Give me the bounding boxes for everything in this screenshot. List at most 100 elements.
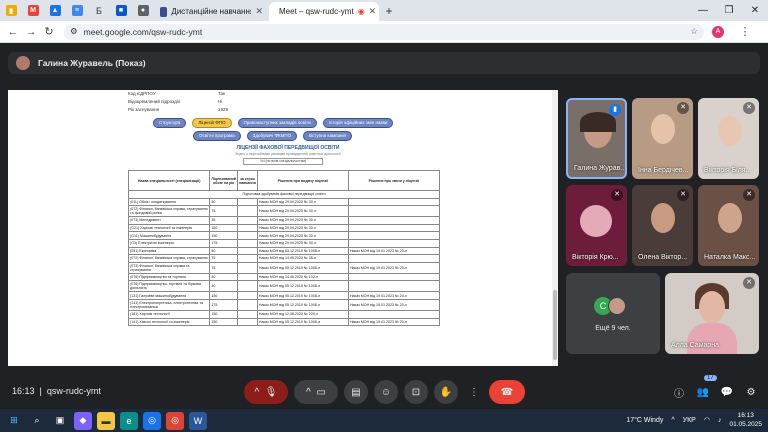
chrome-active-icon[interactable]: ◎: [166, 411, 184, 430]
cell-decision: Наказ МОН від 14.05.2020 № 102-л: [256, 272, 349, 282]
bookmark-star-icon[interactable]: ☆: [690, 26, 698, 37]
cell-volume: 150: [209, 231, 238, 240]
participant-tile[interactable]: ✕ Вікторія Біля...: [698, 98, 759, 179]
close-window-button[interactable]: ✕: [742, 0, 768, 21]
cell-volume: 75: [209, 261, 238, 274]
close-icon[interactable]: ✕: [369, 6, 377, 17]
clock[interactable]: 16:13 01.05.2025: [729, 411, 762, 429]
cell-term: [236, 223, 258, 233]
tab-distance-learning[interactable]: Дистанційне навчання в ВСП ✕: [154, 2, 269, 21]
doc-subtitle: Згідно з ліцензійними умовами провадженн…: [235, 152, 341, 156]
successor-button[interactable]: Правонаступник закладів освіти: [237, 118, 317, 128]
meta-key: Код ЄДРПОУ: [128, 91, 156, 96]
start-button[interactable]: ⊞: [5, 412, 23, 430]
cell-changes: [347, 205, 441, 218]
captions-button[interactable]: ▤: [344, 380, 368, 404]
hand-icon: ✋: [439, 386, 453, 398]
leave-call-button[interactable]: ☎: [489, 380, 525, 404]
mic-toggle-button[interactable]: ^ 🎙: [244, 380, 288, 404]
table-row: (073) Менеджмент 35 Наказ МОН від 29.04.20…: [127, 216, 441, 225]
cell-term: [236, 238, 258, 248]
language-indicator[interactable]: УКР: [683, 417, 696, 424]
cell-volume: 50: [209, 246, 238, 256]
reload-button[interactable]: ↻: [40, 25, 58, 38]
profile-avatar[interactable]: A: [712, 25, 724, 38]
scroll-thumb[interactable]: [553, 290, 557, 360]
people-button[interactable]: 👥: [694, 380, 712, 404]
participant-count-badge: 17: [704, 375, 717, 381]
forward-button[interactable]: →: [22, 26, 40, 38]
tab-gmail[interactable]: M: [22, 0, 44, 21]
tab-bookmark[interactable]: ■: [110, 0, 132, 21]
col-term: за строк навчання: [236, 170, 258, 191]
tab-drive[interactable]: ▲: [44, 0, 66, 21]
participant-tile[interactable]: ✕ Вікторія Крю...: [566, 185, 627, 266]
volume-icon[interactable]: ♪: [718, 417, 722, 424]
tab-docs[interactable]: ≡: [66, 0, 88, 21]
search-icon[interactable]: ⌕: [28, 412, 46, 430]
table-row: (076) Підприємництво, торгівля та біржов…: [127, 280, 441, 293]
tab-site-b-label: Б: [96, 5, 102, 16]
participant-tile[interactable]: ✕ Інна Бердічев...: [632, 98, 693, 179]
shared-document: Код ЄДРПОУ Так Відокремлений підрозділ Ні …: [127, 90, 448, 390]
file-explorer-icon[interactable]: ▬: [97, 411, 115, 430]
maximize-button[interactable]: ❐: [716, 0, 742, 21]
tab-globe[interactable]: ●: [132, 0, 154, 21]
emoji-button[interactable]: ☺: [374, 380, 398, 404]
task-view-icon[interactable]: ▣: [51, 412, 69, 430]
url-bar[interactable]: ⚙ meet.google.com/qsw-rudc-ymt ☆: [64, 23, 704, 40]
tab-meet[interactable]: Meet – qsw-rudc-ymt ◉ ✕: [269, 2, 379, 21]
info-button[interactable]: ⓘ: [670, 380, 688, 404]
activities-button[interactable]: ⚙: [742, 380, 760, 404]
site-info-icon[interactable]: ⚙: [70, 26, 78, 37]
system-tray: 17°C Windy ^ УКР ◠ ♪ 16:13 01.05.2025: [626, 411, 762, 429]
participant-tile[interactable]: ▮ Галина Журав...: [566, 98, 627, 179]
cell-changes: [347, 272, 441, 282]
cell-decision: Наказ МОН від 29.04.2025 № 30-л: [256, 231, 349, 240]
meta-key: Рік заснування: [128, 107, 160, 112]
close-icon[interactable]: ✕: [255, 6, 263, 17]
students-button[interactable]: Здобувачі ФКМПО: [246, 131, 298, 141]
participant-face: [718, 116, 742, 146]
captions-icon: ▤: [351, 386, 361, 398]
edge-icon[interactable]: e: [120, 411, 138, 430]
cell-changes: Наказ МОН від 19.01.2023 № 20-л: [347, 298, 441, 311]
chat-icon: 💬: [720, 386, 734, 398]
chat-button[interactable]: 💬: [718, 380, 736, 404]
word-icon[interactable]: W: [189, 411, 207, 430]
participant-name: Алла Самарна: [671, 342, 720, 349]
cell-volume: 150: [209, 317, 238, 327]
more-participants-tile[interactable]: С Ещё 9 чел.: [566, 273, 660, 354]
licenses-button[interactable]: Ліцензії ФПО: [192, 118, 232, 128]
wifi-icon[interactable]: ◠: [704, 416, 710, 424]
structure-button[interactable]: Структура: [153, 118, 187, 128]
tab-folder[interactable]: ▮: [0, 0, 22, 21]
address-bar: ← → ↻ ⚙ meet.google.com/qsw-rudc-ymt ☆ A…: [0, 21, 768, 43]
recording-icon: ◉: [357, 7, 365, 16]
tab-site-b[interactable]: Б: [88, 0, 110, 21]
present-button[interactable]: ⊡: [404, 380, 428, 404]
history-button[interactable]: Історія офіційних змін назви: [322, 118, 394, 128]
cell-decision: Наказ МОН від 05.12.2019 № 1008-л: [256, 298, 349, 311]
admission-button[interactable]: Вступна кампанія: [303, 131, 352, 141]
camera-toggle-button[interactable]: ^ ▭: [294, 380, 338, 404]
minimize-button[interactable]: —: [690, 0, 716, 21]
doc-scrollbar[interactable]: [552, 90, 558, 390]
cell-volume: 75: [209, 205, 238, 218]
menu-icon[interactable]: ⋮: [736, 25, 754, 38]
cell-changes: Наказ МОН від 19.01.2023 № 20-л: [347, 317, 441, 327]
copilot-icon[interactable]: ◆: [74, 411, 92, 430]
new-tab-button[interactable]: +: [379, 4, 399, 18]
participant-tile[interactable]: ✕ Олена Віктор...: [632, 185, 693, 266]
chevron-up-icon[interactable]: ^: [671, 417, 674, 424]
participant-tile[interactable]: ✕ Наталка Макс...: [698, 185, 759, 266]
programs-button[interactable]: Освітні програми: [193, 131, 241, 141]
cell-decision: Наказ МОН від 12.08.2020 № 229-л: [256, 309, 349, 319]
raise-hand-button[interactable]: ✋: [434, 380, 458, 404]
back-button[interactable]: ←: [4, 26, 22, 38]
weather-text[interactable]: 17°C Windy: [626, 417, 663, 424]
more-options-button[interactable]: ⋮: [464, 380, 484, 404]
participant-tile[interactable]: ✕ Алла Самарна: [665, 273, 759, 354]
specialty-select[interactable]: Усі (по всім спеціальностям): [243, 158, 323, 165]
chrome-icon[interactable]: ◎: [143, 411, 161, 430]
